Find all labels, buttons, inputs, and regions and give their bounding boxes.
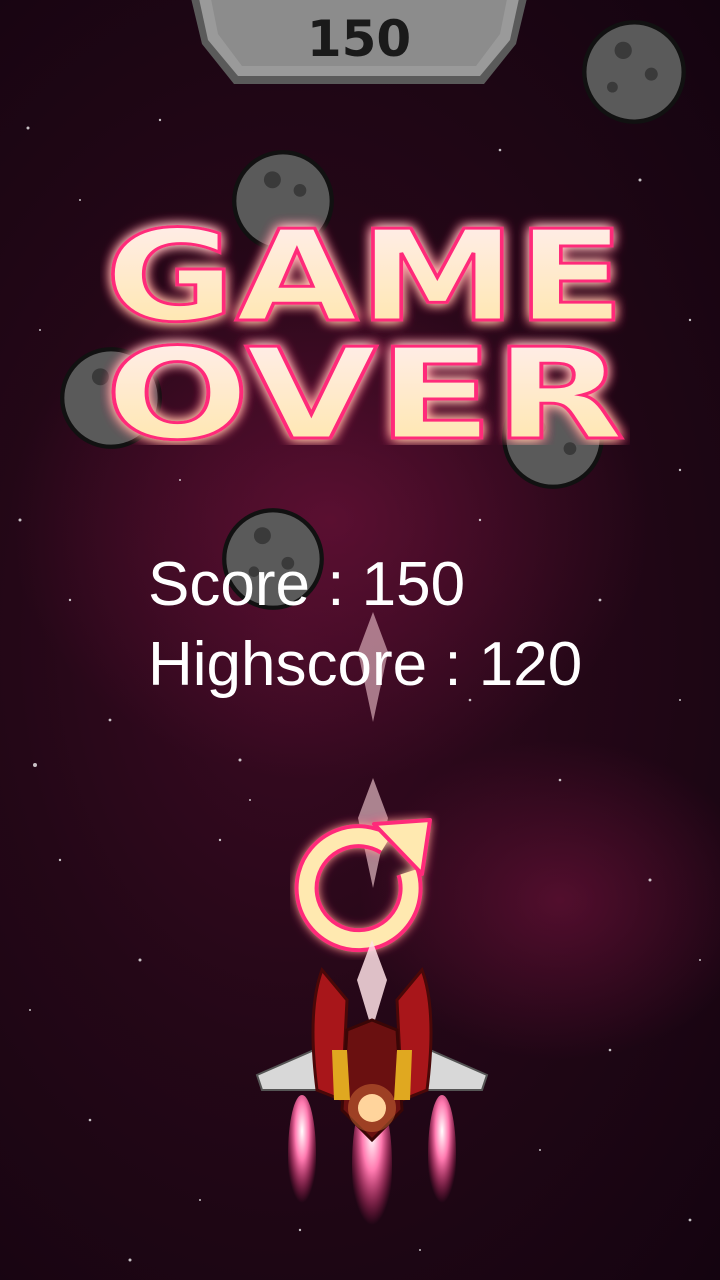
high-score: Highscore : 120	[148, 630, 583, 699]
hud-score: 150	[306, 10, 412, 68]
final-score: Score : 150	[148, 550, 466, 619]
asteroid	[582, 20, 686, 124]
title-line-2: OVER	[105, 321, 625, 445]
restart-icon[interactable]	[290, 810, 440, 960]
game-over-title: GAME OVER	[104, 210, 627, 445]
player-spaceship	[255, 940, 489, 1240]
results-panel: Score : 150 Highscore : 120	[148, 545, 582, 705]
